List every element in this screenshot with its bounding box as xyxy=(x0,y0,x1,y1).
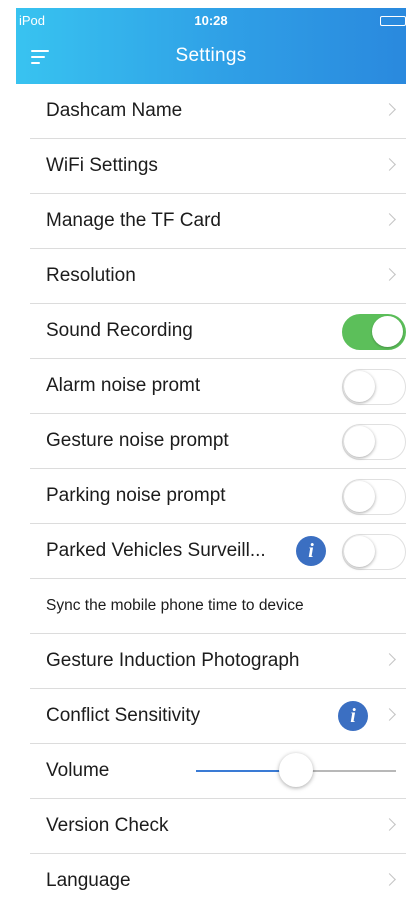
chevron-right-icon xyxy=(383,213,396,226)
row-label: Dashcam Name xyxy=(46,100,183,121)
row-label: WiFi Settings xyxy=(46,155,158,176)
row-label: Parked Vehicles Surveill... xyxy=(46,540,266,561)
row-manage-tf-card[interactable]: Manage the TF Card xyxy=(30,194,406,249)
row-label: Version Check xyxy=(46,815,169,836)
row-label: Sync the mobile phone time to device xyxy=(46,597,304,614)
row-conflict-sensitivity[interactable]: Conflict Sensitivity i xyxy=(30,689,406,744)
sound-recording-toggle[interactable] xyxy=(342,314,406,350)
row-sound-recording: Sound Recording xyxy=(30,304,406,359)
row-gesture-photo[interactable]: Gesture Induction Photograph xyxy=(30,634,406,689)
row-label: Gesture noise prompt xyxy=(46,430,229,451)
settings-list: Dashcam Name WiFi Settings Manage the TF… xyxy=(30,84,406,899)
page-title: Settings xyxy=(175,45,247,66)
row-label: Parking noise prompt xyxy=(46,485,226,506)
row-label: Manage the TF Card xyxy=(46,210,221,231)
app-header: iPod 10:28 Settings xyxy=(16,8,406,84)
parking-noise-toggle[interactable] xyxy=(342,479,406,515)
chevron-right-icon xyxy=(383,653,396,666)
chevron-right-icon xyxy=(383,103,396,116)
row-sync-time[interactable]: Sync the mobile phone time to device xyxy=(30,579,406,634)
chevron-right-icon xyxy=(383,873,396,886)
row-label: Language xyxy=(46,870,131,891)
row-alarm-noise: Alarm noise promt xyxy=(30,359,406,414)
row-label: Conflict Sensitivity xyxy=(46,705,201,726)
row-label: Volume xyxy=(46,760,110,781)
clock: 10:28 xyxy=(194,13,228,28)
chevron-right-icon xyxy=(383,268,396,281)
volume-slider[interactable] xyxy=(196,744,396,798)
slider-thumb[interactable] xyxy=(279,753,313,787)
battery-icon xyxy=(380,16,406,26)
chevron-right-icon xyxy=(383,818,396,831)
row-label: Gesture Induction Photograph xyxy=(46,650,300,671)
row-parking-noise: Parking noise prompt xyxy=(30,469,406,524)
chevron-right-icon xyxy=(383,708,396,721)
row-version-check[interactable]: Version Check xyxy=(30,799,406,854)
row-volume: Volume xyxy=(30,744,406,799)
alarm-noise-toggle[interactable] xyxy=(342,369,406,405)
row-label: Resolution xyxy=(46,265,136,286)
gesture-noise-toggle[interactable] xyxy=(342,424,406,460)
row-parked-vehicles: Parked Vehicles Surveill... i xyxy=(30,524,406,579)
row-gesture-noise: Gesture noise prompt xyxy=(30,414,406,469)
info-icon[interactable]: i xyxy=(296,536,326,566)
row-wifi-settings[interactable]: WiFi Settings xyxy=(30,139,406,194)
row-language[interactable]: Language xyxy=(30,854,406,899)
row-dashcam-name[interactable]: Dashcam Name xyxy=(30,84,406,139)
chevron-right-icon xyxy=(383,158,396,171)
row-label: Sound Recording xyxy=(46,320,193,341)
row-label: Alarm noise promt xyxy=(46,375,201,396)
row-resolution[interactable]: Resolution xyxy=(30,249,406,304)
status-bar: iPod 10:28 xyxy=(16,12,406,30)
info-icon[interactable]: i xyxy=(338,701,368,731)
parked-vehicles-toggle[interactable] xyxy=(342,534,406,570)
